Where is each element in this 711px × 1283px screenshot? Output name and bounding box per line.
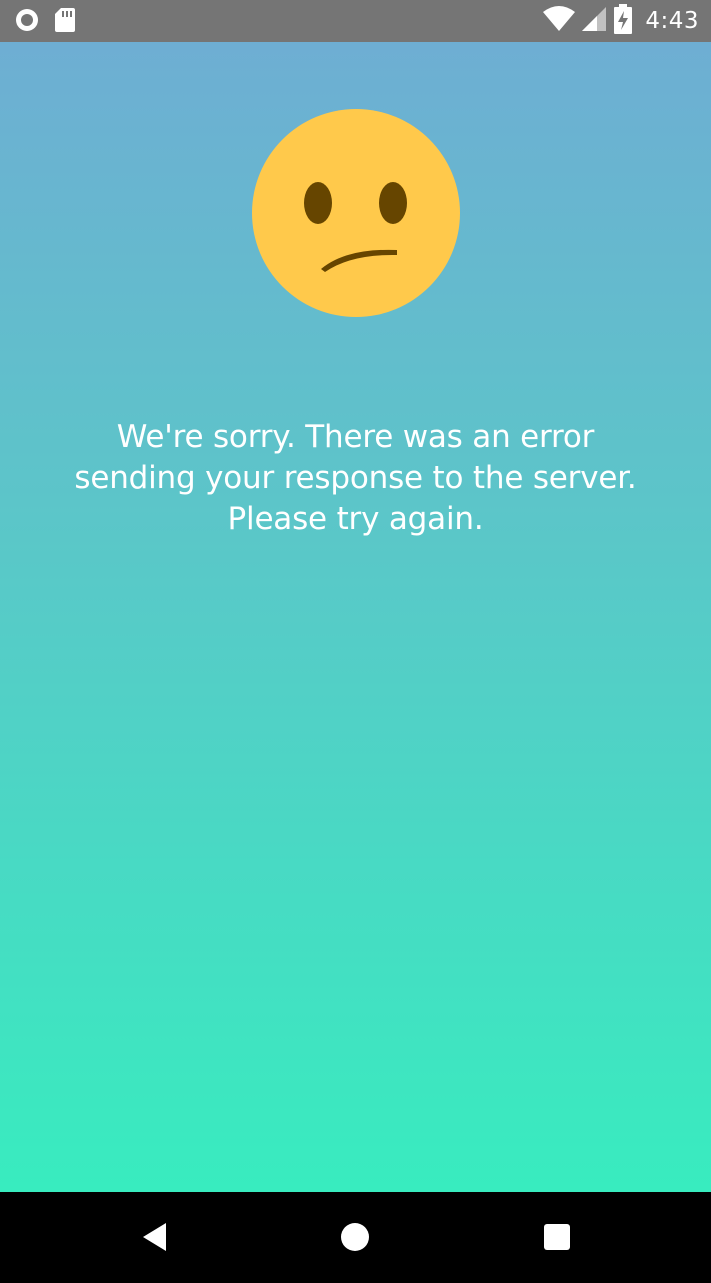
circle-notification-icon: [14, 7, 40, 37]
sd-card-icon: [54, 7, 76, 37]
home-button[interactable]: [330, 1212, 380, 1262]
status-bar: 4:43: [0, 0, 711, 42]
error-screen: We're sorry. There was an error sending …: [0, 42, 711, 1192]
error-message: We're sorry. There was an error sending …: [74, 419, 637, 537]
navigation-bar: [0, 1192, 711, 1283]
recents-button[interactable]: [532, 1212, 582, 1262]
back-button[interactable]: [129, 1212, 179, 1262]
status-time: 4:43: [645, 8, 699, 34]
status-bar-system: 4:43: [543, 4, 699, 38]
status-bar-notifications: [14, 7, 76, 37]
confused-face-icon: [252, 109, 460, 317]
home-icon: [341, 1223, 369, 1251]
recents-icon: [544, 1224, 570, 1250]
back-icon: [143, 1223, 166, 1251]
screen: 4:43 We're sorry. There was an error sen…: [0, 0, 711, 1283]
wifi-icon: [543, 6, 576, 36]
signal-icon: [581, 6, 607, 36]
battery-charging-icon: [613, 4, 633, 38]
